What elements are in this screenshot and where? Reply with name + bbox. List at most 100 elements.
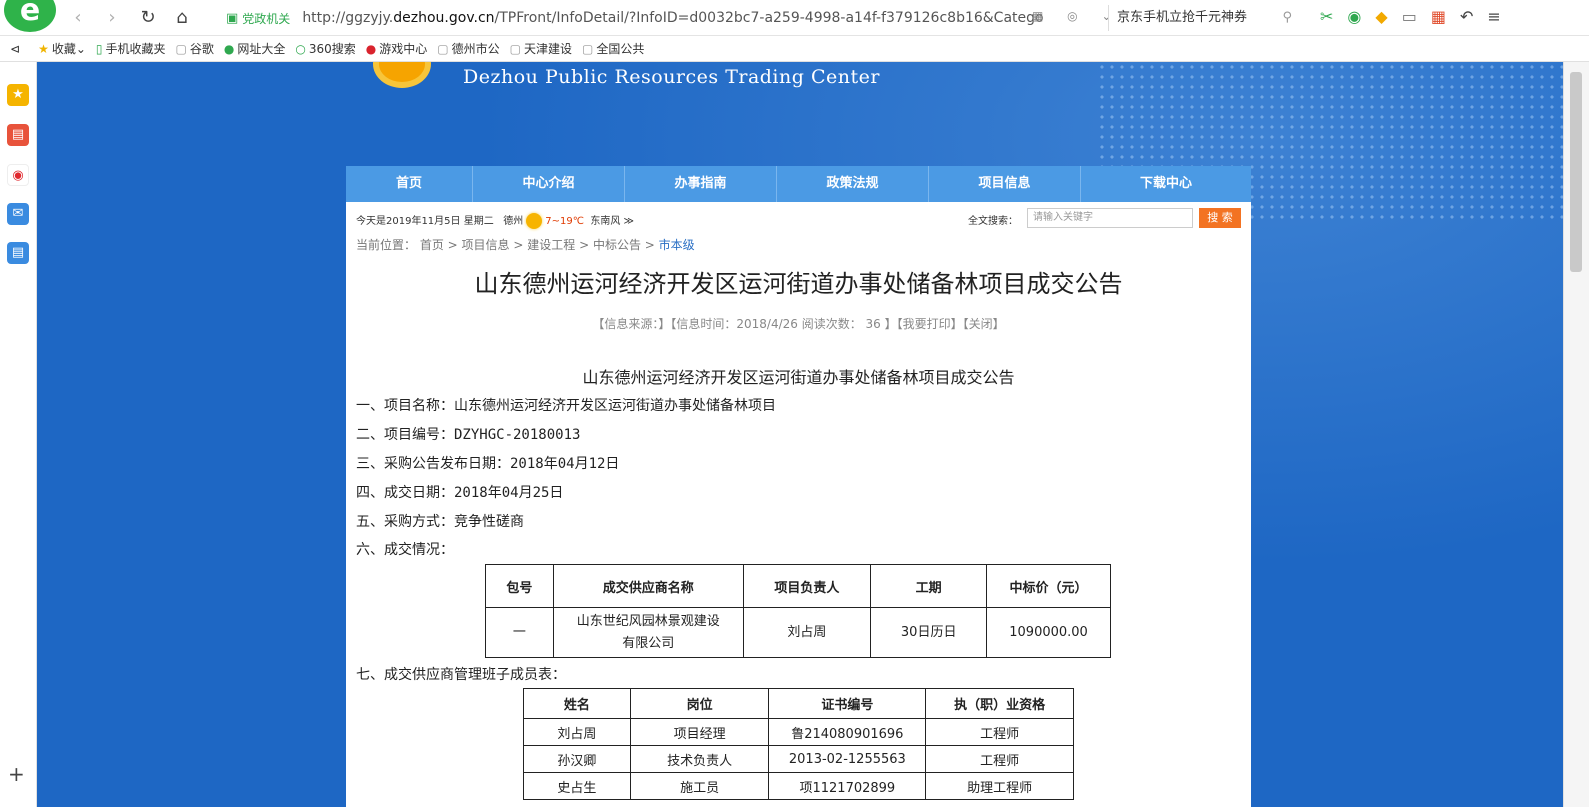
bookmark-item[interactable]: ▢ 谷歌 xyxy=(176,40,214,57)
address-bar[interactable]: ▣ 党政机关 http://ggzyjy.dezhou.gov.cn/TPFro… xyxy=(226,5,1096,31)
table-cell: 刘占周 xyxy=(523,718,631,746)
date-weather: 今天是2019年11月5日 星期二 德州 7~19℃ 东南风 ≫ xyxy=(356,212,634,229)
bookmark-item[interactable]: ▢ 天津建设 xyxy=(510,40,572,57)
weibo-icon[interactable]: ◉ xyxy=(7,164,29,186)
menu-icon[interactable]: ≡ xyxy=(1487,7,1500,26)
team-table: 姓名 岗位 证书编号 执（职）业资格 刘占周 项目经理 鲁21408090169… xyxy=(523,688,1074,800)
project-code-line: 二、项目编号：DZYHGC-20180013 xyxy=(356,427,581,443)
nav-downloads[interactable]: 下载中心 xyxy=(1081,166,1251,202)
url-text[interactable]: http://ggzyjy.dezhou.gov.cn/TPFront/Info… xyxy=(302,10,1043,26)
nav-guide[interactable]: 办事指南 xyxy=(625,166,777,202)
undo-icon[interactable]: ↶ xyxy=(1460,7,1473,26)
breadcrumb-awards[interactable]: 中标公告 xyxy=(593,238,641,252)
table-cell: 技术负责人 xyxy=(629,745,770,773)
weather-link[interactable]: 东南风 ≫ xyxy=(590,216,634,227)
article-subtitle: 山东德州运河经济开发区运河街道办事处储备林项目成交公告 xyxy=(582,368,1015,387)
page-icon: ▢ xyxy=(509,41,521,56)
document-icon[interactable]: ▤ xyxy=(7,242,29,264)
breadcrumb-projects[interactable]: 项目信息 xyxy=(462,238,510,252)
mail-icon[interactable]: ✉ xyxy=(7,203,29,225)
team-section-heading: 七、成交供应商管理班子成员表： xyxy=(356,667,566,683)
table-cell: 项1121702899 xyxy=(768,772,927,800)
article-meta[interactable]: 【信息来源：】【信息时间：2018/4/26 阅读次数： 36 】【我要打印】【… xyxy=(346,315,1251,332)
page-icon: ▢ xyxy=(437,41,449,56)
procurement-method-line: 五、采购方式：竞争性磋商 xyxy=(356,514,524,530)
breadcrumb-home[interactable]: 首页 xyxy=(420,238,444,252)
bookmark-item[interactable]: ● 网址大全 xyxy=(224,40,286,57)
site-title: Dezhou Public Resources Trading Center xyxy=(463,66,880,88)
bookmark-item[interactable]: ○ 360搜索 xyxy=(295,40,355,57)
table-cell: 史占生 xyxy=(523,772,631,800)
nav-projects[interactable]: 项目信息 xyxy=(929,166,1081,202)
table-header: 岗位 xyxy=(629,688,770,719)
coupon-icon[interactable]: ◆ xyxy=(1375,7,1387,26)
site-page: Dezhou Public Resources Trading Center 首… xyxy=(37,62,1563,807)
breadcrumb: 当前位置： 首页 > 项目信息 > 建设工程 > 中标公告 > 市本级 xyxy=(356,238,695,252)
table-cell: 工程师 xyxy=(925,745,1074,773)
news-icon[interactable]: ▤ xyxy=(7,124,29,146)
fulltext-search-label: 全文搜索： xyxy=(968,216,1018,227)
deal-date-line: 四、成交日期：2018年04月25日 xyxy=(356,485,564,501)
table-cell: 工程师 xyxy=(925,718,1074,746)
sidebar-toggle-icon[interactable]: ⊲ xyxy=(10,42,20,56)
table-cell: 项目经理 xyxy=(629,718,770,746)
breadcrumb-current[interactable]: 市本级 xyxy=(659,238,695,252)
apps-icon[interactable]: ▦ xyxy=(1431,7,1446,26)
favorites-star-icon[interactable]: ★ xyxy=(7,84,29,106)
back-icon[interactable]: ‹ xyxy=(66,6,90,30)
page-icon: ▢ xyxy=(582,41,594,56)
table-header: 执（职）业资格 xyxy=(925,688,1074,719)
add-icon[interactable]: + xyxy=(8,762,25,786)
browser-logo-icon[interactable]: e xyxy=(4,0,56,32)
main-nav: 首页 中心介绍 办事指南 政策法规 项目信息 下载中心 xyxy=(346,166,1251,202)
info-bar: 今天是2019年11月5日 星期二 德州 7~19℃ 东南风 ≫ 全文搜索： 请输… xyxy=(356,208,1241,230)
content-panel: 首页 中心介绍 办事指南 政策法规 项目信息 下载中心 今天是2019年11月5… xyxy=(346,166,1251,807)
table-row: 史占生 施工员 项1121702899 助理工程师 xyxy=(523,772,1074,800)
mail-icon[interactable]: ▭ xyxy=(1402,7,1417,26)
table-cell: 刘占周 xyxy=(742,607,872,658)
search-icon: ○ xyxy=(295,41,306,56)
nav-about[interactable]: 中心介绍 xyxy=(473,166,625,202)
table-header: 中标价（元） xyxy=(986,564,1111,608)
forward-icon[interactable]: › xyxy=(100,6,124,30)
nav-home[interactable]: 首页 xyxy=(346,166,473,202)
scrollbar-thumb[interactable] xyxy=(1570,72,1582,272)
browser-search-input[interactable]: 京东手机立抢千元神券 ⚲ xyxy=(1108,5,1300,31)
table-cell: 2013-02-1255563 xyxy=(768,745,927,773)
table-header: 姓名 xyxy=(523,688,631,719)
translate-icon[interactable]: ◉ xyxy=(1347,7,1361,26)
scissors-icon[interactable]: ✂ xyxy=(1320,7,1333,26)
table-row: 孙汉卿 技术负责人 2013-02-1255563 工程师 xyxy=(523,745,1074,773)
bookmark-item[interactable]: ▢ 德州市公 xyxy=(437,40,499,57)
search-icon[interactable]: ⚲ xyxy=(1282,5,1292,31)
site-logo-icon xyxy=(373,62,431,88)
table-cell: 鲁214080901696 xyxy=(768,718,927,746)
table-cell: 施工员 xyxy=(629,772,770,800)
bookmark-item[interactable]: ▯ 手机收藏夹 xyxy=(96,40,166,57)
table-cell: 30日历日 xyxy=(870,607,988,658)
project-name-line: 一、项目名称：山东德州运河经济开发区运河街道办事处储备林项目 xyxy=(356,398,776,414)
article-title: 山东德州运河经济开发区运河街道办事处储备林项目成交公告 xyxy=(474,270,1123,298)
table-header: 项目负责人 xyxy=(742,564,872,608)
search-button[interactable]: 搜 索 xyxy=(1199,208,1241,228)
breadcrumb-construction[interactable]: 建设工程 xyxy=(527,238,575,252)
publish-date-line: 三、采购公告发布日期：2018年04月12日 xyxy=(356,456,620,472)
extension-icons: ✂ ◉ ◆ ▭ ▦ ↶ ≡ xyxy=(1320,7,1501,26)
fulltext-search-input[interactable]: 请输入关键字 xyxy=(1027,208,1193,228)
refresh-icon[interactable]: ↻ xyxy=(136,6,160,30)
table-cell: 1090000.00 xyxy=(986,607,1111,658)
home-icon[interactable]: ⌂ xyxy=(170,6,194,30)
table-row: 刘占周 项目经理 鲁214080901696 工程师 xyxy=(523,718,1074,746)
star-icon: ★ xyxy=(38,41,49,56)
bookmark-item[interactable]: ★ 收藏 ⌄ xyxy=(38,40,86,57)
sun-icon xyxy=(526,213,543,229)
nav-policy[interactable]: 政策法规 xyxy=(777,166,929,202)
table-header: 证书编号 xyxy=(768,688,927,719)
deal-status-line: 六、成交情况： xyxy=(356,542,454,558)
bookmark-item[interactable]: ▢ 全国公共 xyxy=(582,40,644,57)
table-row: 一 山东世纪风园林景观建设有限公司 刘占周 30日历日 1090000.00 xyxy=(485,607,1111,658)
globe-icon: ● xyxy=(223,41,235,56)
deal-table: 包号 成交供应商名称 项目负责人 工期 中标价（元） 一 山东世纪风园林景观建设… xyxy=(485,564,1111,658)
bookmark-item[interactable]: ● 游戏中心 xyxy=(366,40,428,57)
scrollbar[interactable] xyxy=(1563,62,1589,807)
